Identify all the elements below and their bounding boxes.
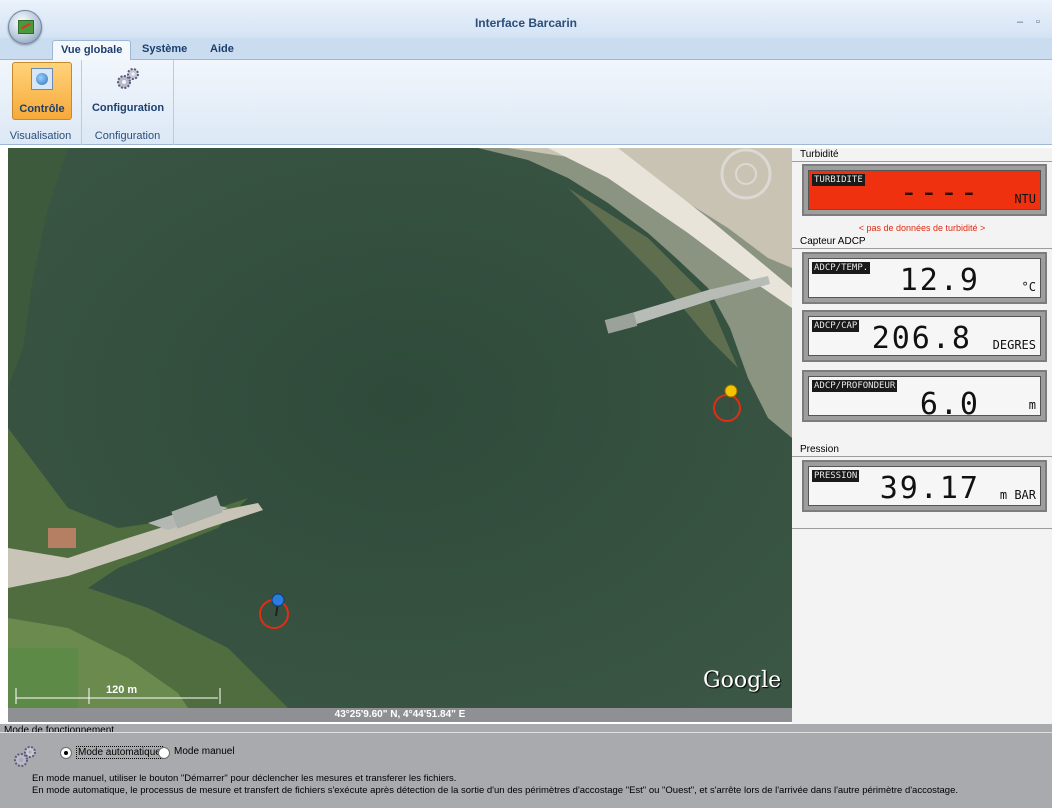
mode-section-title: Mode de fonctionnement [4,725,115,736]
window-title: Interface Barcarin [474,16,578,30]
map-coordinates: 43°25'9.60" N, 4°44'51.84" E [8,708,792,722]
turbidity-section-title: Turbidité [800,149,839,160]
controle-button-label: Contrôle [19,103,65,115]
divider [792,528,1052,529]
divider [792,161,1052,162]
yellow-pin-marker[interactable] [708,380,748,424]
mode-auto-radio[interactable] [60,747,72,759]
map-imagery [8,148,792,708]
adcp-depth-display: ADCP/PROFONDEUR 6.0 m [802,370,1047,422]
gears-icon [14,746,36,767]
maximize-button[interactable]: ▫ [1031,17,1045,29]
tab-aide[interactable]: Aide [202,40,242,60]
satellite-map[interactable]: 120 m Google [8,148,792,708]
configuration-button-label: Configuration [91,102,165,114]
turbidity-display: TURBIDITE ---- NTU [802,164,1047,216]
pressure-value: 39.17 [879,471,980,506]
pressure-section-title: Pression [800,444,839,455]
group-label-visualisation: Visualisation [9,130,72,142]
google-logo: Google [703,668,782,693]
operating-mode-panel: Mode de fonctionnement Mode automatique … [0,724,1052,808]
ribbon-group-configuration: Configuration Configuration [82,60,174,145]
mode-manual-radio[interactable] [158,747,170,759]
tab-vue-globale[interactable]: Vue globale [52,40,132,60]
divider [0,732,1052,733]
mode-auto-label[interactable]: Mode automatique [76,746,163,759]
auto-mode-hint: En mode automatique, le processus de mes… [32,785,958,796]
map-scale-label: 120 m [106,684,138,696]
adcp-depth-value: 6.0 [919,387,980,422]
adcp-temp-value: 12.9 [899,263,980,298]
pressure-tag: PRESSION [812,470,860,482]
controle-button[interactable]: Contrôle [12,62,72,120]
ribbon-tab-row: Vue globale Système Aide [0,38,1052,60]
chart-icon [18,20,34,34]
pressure-display: PRESSION 39.17 m BAR [802,460,1047,512]
adcp-cap-value: 206.8 [871,321,972,356]
mode-manual-label[interactable]: Mode manuel [174,746,235,757]
adcp-section-title: Capteur ADCP [800,236,866,247]
adcp-cap-display: ADCP/CAP 206.8 DEGRES [802,310,1047,362]
ribbon-group-visualisation: Contrôle Visualisation [0,60,82,145]
turbidity-status: < pas de données de turbidité > [858,223,986,233]
application-menu-button[interactable] [8,10,42,44]
turbidity-unit: NTU [1014,192,1036,206]
minimize-button[interactable]: – [1013,17,1027,29]
divider [792,248,1052,249]
adcp-cap-tag: ADCP/CAP [812,320,860,332]
gears-icon [117,68,139,89]
sensor-panel: Turbidité TURBIDITE ---- NTU < pas de do… [792,148,1052,724]
divider [792,456,1052,457]
group-label-configuration: Configuration [94,130,161,142]
ribbon: Contrôle Visualisation Configuration Con… [0,60,1052,145]
configuration-button[interactable]: Configuration [86,62,170,120]
pressure-unit: m BAR [999,488,1036,502]
adcp-temp-unit: °C [1021,280,1036,294]
adcp-cap-unit: DEGRES [992,338,1036,352]
adcp-temp-display: ADCP/TEMP. 12.9 °C [802,252,1047,304]
globe-icon [31,68,53,90]
adcp-temp-tag: ADCP/TEMP. [812,262,871,274]
adcp-depth-unit: m [1028,398,1036,412]
title-bar: Interface Barcarin – ▫ [0,0,1052,38]
blue-pin-marker[interactable] [258,590,298,634]
manual-mode-hint: En mode manuel, utiliser le bouton "Déma… [32,773,457,784]
turbidity-value: ---- [899,175,980,210]
adcp-depth-tag: ADCP/PROFONDEUR [812,380,898,392]
tab-systeme[interactable]: Système [134,40,195,60]
turbidity-tag: TURBIDITE [812,174,865,186]
